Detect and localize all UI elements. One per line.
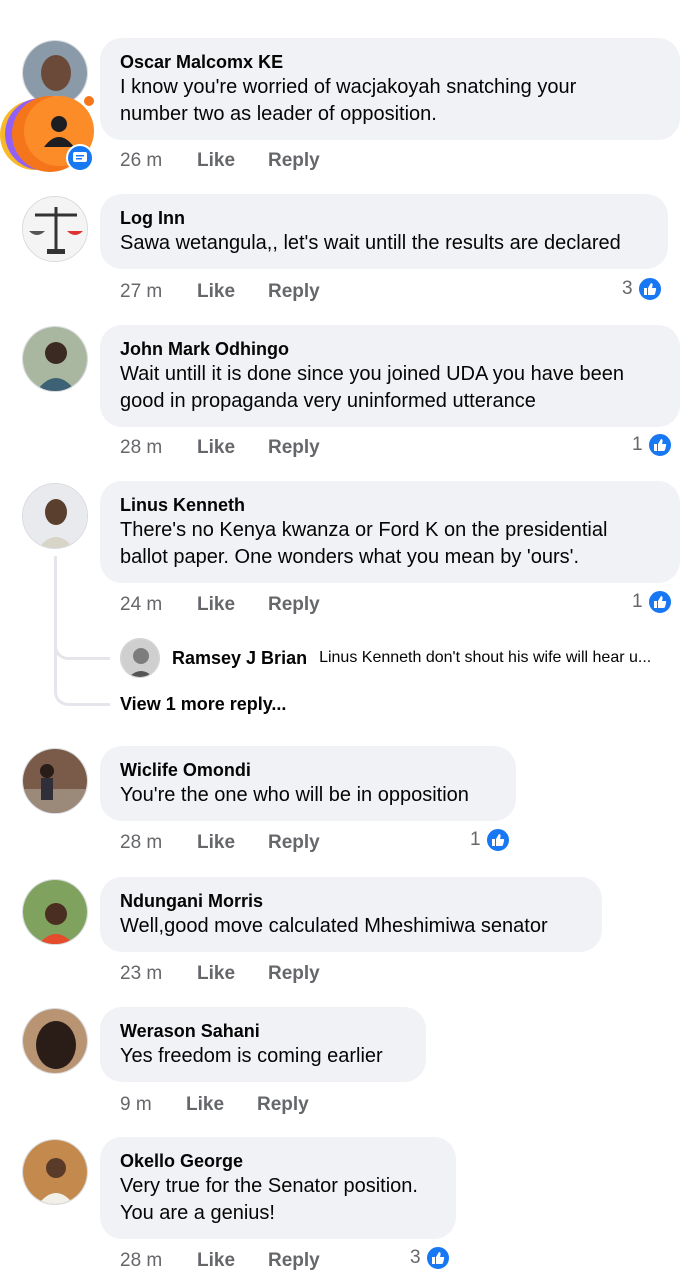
thumbs-up-icon [424, 1245, 451, 1271]
comment-author[interactable]: Wiclife Omondi [120, 758, 496, 782]
comment-author[interactable]: Werason Sahani [120, 1019, 406, 1043]
comment-author[interactable]: Log Inn [120, 206, 648, 230]
comment-author[interactable]: Okello George [120, 1149, 436, 1173]
comment-time: 9 m [120, 1094, 152, 1115]
avatar-photo-icon [23, 1140, 87, 1204]
thumbs-up-icon [646, 589, 673, 615]
comment-author[interactable]: Ndungani Morris [120, 889, 582, 913]
reaction-count-label: 3 [410, 1247, 421, 1268]
thumbs-up-icon [646, 432, 673, 458]
status-dot-icon [84, 96, 94, 106]
comment-text-line: You're the one who will be in opposition [120, 784, 469, 806]
reaction-count-label: 1 [632, 434, 643, 455]
reaction-count-label: 3 [622, 278, 633, 299]
comment-bubble: Werason Sahani Yes freedom is coming ear… [100, 1007, 426, 1082]
scales-of-justice-icon [23, 197, 87, 261]
comment-author[interactable]: Linus Kenneth [120, 493, 660, 517]
comment-time: 23 m [120, 963, 163, 984]
view-more-replies-link[interactable]: View 1 more reply... [120, 694, 286, 715]
comment-text-line: You are a genius! [120, 1202, 275, 1224]
reply-button[interactable]: Reply [268, 1250, 320, 1272]
comment-author[interactable]: John Mark Odhingo [120, 337, 660, 361]
avatar[interactable] [22, 748, 88, 814]
comment-bubble: Linus Kenneth There's no Kenya kwanza or… [100, 481, 680, 583]
group-avatar-stack-icon [0, 96, 100, 176]
thread-connector [54, 640, 110, 706]
reply-button[interactable]: Reply [268, 150, 320, 172]
avatar-photo-icon [23, 484, 87, 548]
reaction-count[interactable]: 1 [632, 432, 673, 458]
comment-text-line: number two as leader of opposition. [120, 103, 437, 125]
avatar-photo-icon [23, 327, 87, 391]
reaction-count[interactable]: 3 [410, 1245, 451, 1271]
comment-text-line: There's no Kenya kwanza or Ford K on the… [120, 519, 608, 541]
reply-author[interactable]: Ramsey J Brian [172, 648, 307, 669]
like-button[interactable]: Like [186, 1094, 224, 1116]
avatar-photo-icon [23, 880, 87, 944]
reply-button[interactable]: Reply [268, 832, 320, 854]
reaction-count[interactable]: 3 [622, 276, 663, 302]
avatar[interactable] [22, 1008, 88, 1074]
reply-button[interactable]: Reply [268, 594, 320, 616]
reaction-count[interactable]: 1 [470, 827, 511, 853]
thumbs-up-icon [484, 827, 511, 853]
reply-button[interactable]: Reply [268, 437, 320, 459]
comment-time: 24 m [120, 594, 163, 615]
comment-text-line: Very true for the Senator position. [120, 1175, 418, 1197]
comment-bubble: John Mark Odhingo Wait untill it is done… [100, 325, 680, 427]
like-button[interactable]: Like [197, 437, 235, 459]
avatar[interactable] [22, 326, 88, 392]
like-button[interactable]: Like [197, 594, 235, 616]
comment-time: 28 m [120, 437, 163, 458]
reaction-count[interactable]: 1 [632, 589, 673, 615]
avatar[interactable] [22, 483, 88, 549]
like-button[interactable]: Like [197, 150, 235, 172]
comment-time: 28 m [120, 832, 163, 853]
like-button[interactable]: Like [197, 963, 235, 985]
reaction-count-label: 1 [632, 591, 643, 612]
comment-text-line: ballot paper. One wonders what you mean … [120, 546, 580, 568]
like-button[interactable]: Like [197, 281, 235, 303]
comment-author[interactable]: Oscar Malcomx KE [120, 50, 660, 74]
like-button[interactable]: Like [197, 1250, 235, 1272]
avatar[interactable] [120, 638, 160, 678]
reply-button[interactable]: Reply [268, 963, 320, 985]
comment-bubble: Oscar Malcomx KE I know you're worried o… [100, 38, 680, 140]
like-button[interactable]: Like [197, 832, 235, 854]
comment-text-line: good in propaganda very uninformed utter… [120, 390, 536, 412]
comment-text-line: Well,good move calculated Mheshimiwa sen… [120, 915, 548, 937]
avatar-photo-icon [23, 749, 87, 813]
avatar-photo-icon [23, 1009, 87, 1073]
comment-bubble: Log Inn Sawa wetangula,, let's wait unti… [100, 194, 668, 269]
reply-button[interactable]: Reply [257, 1094, 309, 1116]
thumbs-up-icon [636, 276, 663, 302]
comment-time: 27 m [120, 281, 163, 302]
comment-text-line: Wait untill it is done since you joined … [120, 363, 624, 385]
nested-reply[interactable]: Ramsey J Brian Linus Kenneth don't shout… [120, 638, 651, 678]
avatar-photo-icon [121, 639, 159, 677]
reply-text: Linus Kenneth don't shout his wife will … [319, 649, 652, 666]
comment-bubble: Ndungani Morris Well,good move calculate… [100, 877, 602, 952]
avatar[interactable] [22, 1139, 88, 1205]
comment-time: 26 m [120, 150, 163, 171]
reply-button[interactable]: Reply [268, 281, 320, 303]
comment-text-line: I know you're worried of wacjakoyah snat… [120, 76, 577, 98]
reaction-count-label: 1 [470, 829, 481, 850]
comment-text-line: Yes freedom is coming earlier [120, 1045, 383, 1067]
comment-time: 28 m [120, 1250, 163, 1271]
comment-bubble: Okello George Very true for the Senator … [100, 1137, 456, 1239]
avatar[interactable] [22, 196, 88, 262]
comment-text-line: Sawa wetangula,, let's wait untill the r… [120, 232, 621, 254]
avatar[interactable] [22, 879, 88, 945]
comment-bubble: Wiclife Omondi You're the one who will b… [100, 746, 516, 821]
message-icon [66, 144, 94, 172]
